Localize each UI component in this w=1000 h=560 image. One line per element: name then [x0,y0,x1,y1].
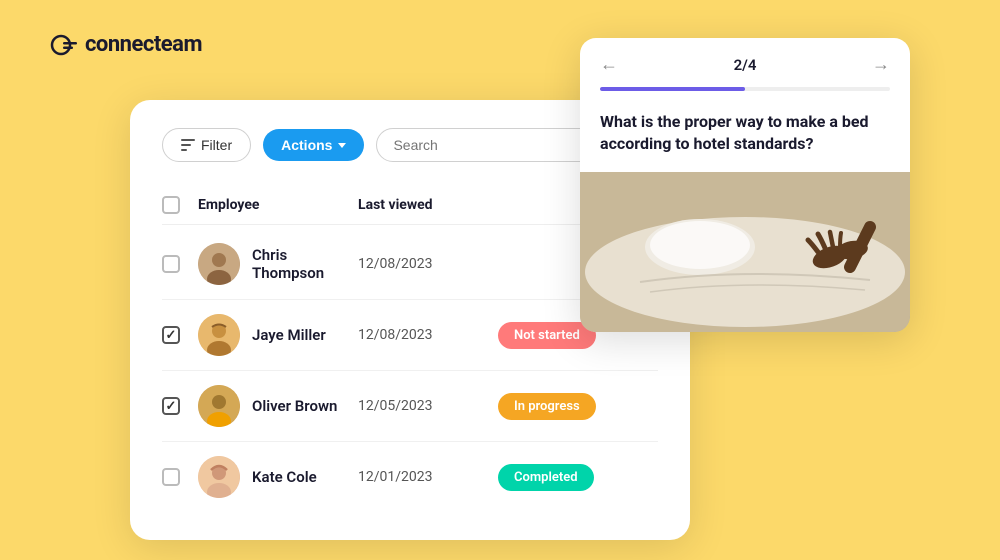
quiz-header: ← 2/4 → [580,38,910,87]
quiz-total: 4 [748,56,757,74]
name-jaye: Jaye Miller [252,326,326,344]
quiz-progress-bar-container [580,87,910,103]
col-employee: Employee [198,197,358,213]
name-chris: Chris Thompson [252,246,358,282]
logo-text: connecteam [85,32,202,57]
quiz-progress-fill [600,87,745,91]
name-kate: Kate Cole [252,468,317,486]
row-checkbox-chris[interactable] [162,255,180,273]
col-last-viewed: Last viewed [358,197,498,213]
last-viewed-kate: 12/01/2023 [358,469,498,485]
quiz-next-button[interactable]: → [872,54,890,75]
avatar-oliver [198,385,240,427]
quiz-progress-track [600,87,890,91]
status-badge-oliver: In progress [498,393,596,420]
quiz-card: ← 2/4 → What is the proper way to make a… [580,38,910,332]
employee-cell-chris: Chris Thompson [198,243,358,285]
filter-button[interactable]: Filter [162,128,251,162]
avatar-kate [198,456,240,498]
actions-button[interactable]: Actions [263,129,364,161]
prev-arrow-icon: ← [600,54,618,75]
last-viewed-chris: 12/08/2023 [358,256,498,272]
avatar-chris [198,243,240,285]
filter-label: Filter [201,137,232,153]
avatar-jaye [198,314,240,356]
table-row: Kate Cole 12/01/2023 Completed [162,442,658,512]
row-checkbox-oliver[interactable]: ✓ [162,397,180,415]
row-checkbox-kate[interactable] [162,468,180,486]
select-all-checkbox[interactable] [162,196,180,214]
name-oliver: Oliver Brown [252,397,337,415]
quiz-image [580,172,910,332]
logo-icon [50,32,85,57]
last-viewed-oliver: 12/05/2023 [358,398,498,414]
filter-icon [181,139,195,151]
caret-icon [338,143,346,148]
quiz-progress: 2/4 [734,56,757,74]
quiz-prev-button[interactable]: ← [600,54,618,75]
next-arrow-icon: → [872,54,890,75]
quiz-current: 2 [734,56,743,74]
actions-label: Actions [281,137,332,153]
row-checkbox-jaye[interactable]: ✓ [162,326,180,344]
logo: connecteam [50,32,202,57]
table-row: ✓ Oliver Brown 12/05/2023 In progress [162,371,658,442]
employee-cell-jaye: Jaye Miller [198,314,358,356]
status-badge-kate: Completed [498,464,594,491]
employee-cell-oliver: Oliver Brown [198,385,358,427]
quiz-question: What is the proper way to make a bed acc… [580,103,910,172]
employee-cell-kate: Kate Cole [198,456,358,498]
last-viewed-jaye: 12/08/2023 [358,327,498,343]
